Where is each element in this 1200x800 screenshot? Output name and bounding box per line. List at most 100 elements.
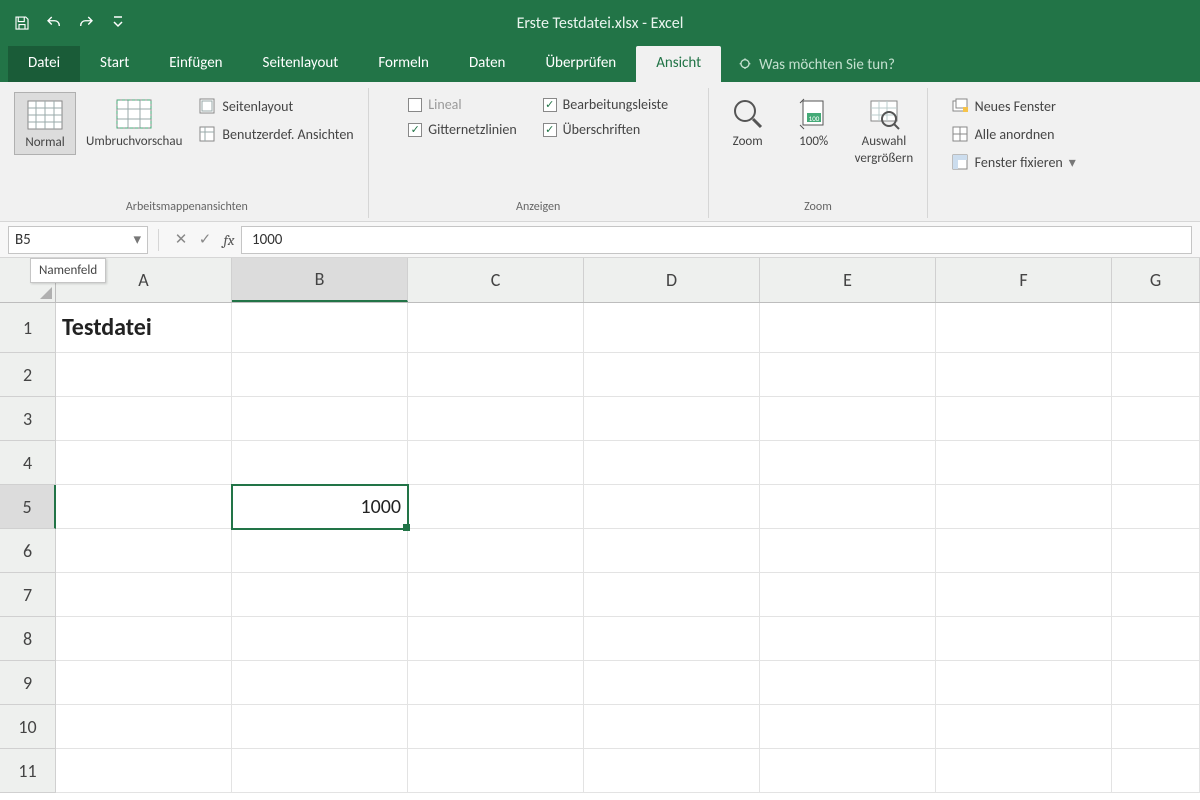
cell-G5[interactable] [1112,485,1200,529]
view-custom-views-button[interactable]: Benutzerdef. Ansichten [192,122,359,146]
row-header-6[interactable]: 6 [0,529,56,573]
cell-F7[interactable] [936,573,1112,617]
row-header-10[interactable]: 10 [0,705,56,749]
check-headings[interactable]: Überschriften [539,119,672,140]
new-window-button[interactable]: Neues Fenster [945,94,1082,118]
cell-E8[interactable] [760,617,936,661]
zoom-to-selection-button[interactable]: Auswahl vergrößern [849,92,920,170]
tab-start[interactable]: Start [80,46,149,82]
row-header-9[interactable]: 9 [0,661,56,705]
cell-B6[interactable] [232,529,408,573]
cell-F2[interactable] [936,353,1112,397]
cell-D3[interactable] [584,397,760,441]
cell-G9[interactable] [1112,661,1200,705]
qat-customize-icon[interactable] [104,9,132,37]
cell-D9[interactable] [584,661,760,705]
tab-ansicht[interactable]: Ansicht [636,46,721,82]
cell-E5[interactable] [760,485,936,529]
cell-F10[interactable] [936,705,1112,749]
zoom-button[interactable]: Zoom [717,92,779,153]
cell-E9[interactable] [760,661,936,705]
cell-G11[interactable] [1112,749,1200,793]
col-header-F[interactable]: F [936,258,1112,302]
cell-B2[interactable] [232,353,408,397]
view-normal-button[interactable]: Normal [14,92,76,155]
view-page-layout-button[interactable]: Seitenlayout [192,94,359,118]
cell-D4[interactable] [584,441,760,485]
check-formula-bar[interactable]: Bearbeitungsleiste [539,94,672,115]
dropdown-icon[interactable]: ▾ [133,230,141,249]
row-header-11[interactable]: 11 [0,749,56,793]
arrange-all-button[interactable]: Alle anordnen [945,122,1082,146]
cell-D6[interactable] [584,529,760,573]
cell-C2[interactable] [408,353,584,397]
cell-F5[interactable] [936,485,1112,529]
cell-E4[interactable] [760,441,936,485]
tab-file[interactable]: Datei [8,46,80,82]
cell-C10[interactable] [408,705,584,749]
cell-D2[interactable] [584,353,760,397]
cell-G6[interactable] [1112,529,1200,573]
cell-A5[interactable] [56,485,232,529]
cell-G3[interactable] [1112,397,1200,441]
cell-C9[interactable] [408,661,584,705]
cell-A8[interactable] [56,617,232,661]
cell-E7[interactable] [760,573,936,617]
tab-daten[interactable]: Daten [449,46,525,82]
cell-A10[interactable] [56,705,232,749]
check-ruler[interactable]: Lineal [404,94,520,115]
cell-F6[interactable] [936,529,1112,573]
cell-E10[interactable] [760,705,936,749]
cell-D1[interactable] [584,303,760,353]
cell-G10[interactable] [1112,705,1200,749]
cell-B8[interactable] [232,617,408,661]
cancel-edit-icon[interactable]: ✕ [169,228,193,252]
cell-E6[interactable] [760,529,936,573]
cell-B4[interactable] [232,441,408,485]
cell-B5[interactable]: 1000 [232,485,408,529]
cell-C11[interactable] [408,749,584,793]
confirm-edit-icon[interactable]: ✓ [193,228,217,252]
tab-seitenlayout[interactable]: Seitenlayout [243,46,359,82]
cell-F8[interactable] [936,617,1112,661]
view-page-break-button[interactable]: Umbruchvorschau [80,92,188,153]
cell-B10[interactable] [232,705,408,749]
cell-A2[interactable] [56,353,232,397]
row-header-3[interactable]: 3 [0,397,56,441]
cell-G8[interactable] [1112,617,1200,661]
row-header-2[interactable]: 2 [0,353,56,397]
undo-icon[interactable] [40,9,68,37]
col-header-B[interactable]: B [232,258,408,302]
cell-G1[interactable] [1112,303,1200,353]
cell-B1[interactable] [232,303,408,353]
cell-C5[interactable] [408,485,584,529]
cell-D5[interactable] [584,485,760,529]
cell-A6[interactable] [56,529,232,573]
redo-icon[interactable] [72,9,100,37]
row-header-4[interactable]: 4 [0,441,56,485]
cell-C7[interactable] [408,573,584,617]
cell-A3[interactable] [56,397,232,441]
cell-C3[interactable] [408,397,584,441]
name-box[interactable]: B5 ▾ [8,226,148,254]
cell-E2[interactable] [760,353,936,397]
col-header-G[interactable]: G [1112,258,1200,302]
cell-C6[interactable] [408,529,584,573]
cell-F4[interactable] [936,441,1112,485]
cell-F1[interactable] [936,303,1112,353]
cell-G2[interactable] [1112,353,1200,397]
row-header-8[interactable]: 8 [0,617,56,661]
freeze-panes-button[interactable]: Fenster fixieren ▾ [945,150,1082,174]
cell-G4[interactable] [1112,441,1200,485]
col-header-D[interactable]: D [584,258,760,302]
cell-F11[interactable] [936,749,1112,793]
row-header-5[interactable]: 5 [0,485,56,529]
cell-E3[interactable] [760,397,936,441]
tab-einfuegen[interactable]: Einfügen [149,46,242,82]
tab-ueberpruefen[interactable]: Überprüfen [525,46,636,82]
cell-A9[interactable] [56,661,232,705]
cell-D11[interactable] [584,749,760,793]
cell-B3[interactable] [232,397,408,441]
cell-A11[interactable] [56,749,232,793]
save-icon[interactable] [8,9,36,37]
